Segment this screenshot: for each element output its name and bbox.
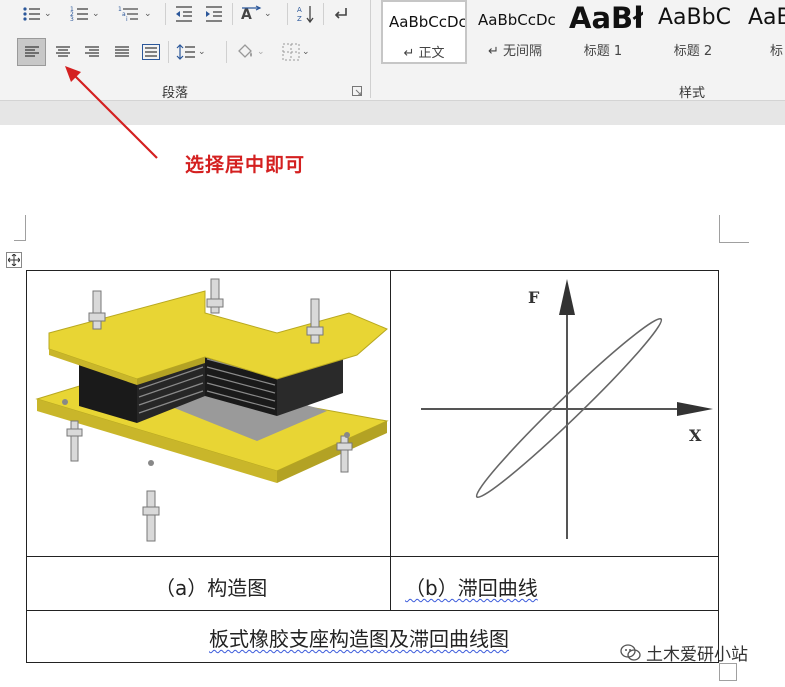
table-cell[interactable]: （b）滞回曲线	[391, 557, 718, 611]
show-formatting-marks-button[interactable]	[332, 3, 350, 25]
table-title: 板式橡胶支座构造图及滞回曲线图	[209, 627, 509, 651]
watermark: 土木爱研小站	[620, 640, 748, 665]
align-right-button[interactable]	[81, 41, 103, 63]
paint-bucket-icon	[238, 44, 252, 58]
separator	[287, 3, 288, 25]
table-cell[interactable]: F X	[391, 271, 718, 557]
style-heading-2[interactable]: AaBbC 标题 2	[652, 0, 734, 64]
annotation-arrow	[65, 66, 158, 159]
style-name: 标题 1	[583, 44, 623, 59]
hysteresis-curve-figure: F X	[421, 279, 713, 539]
style-preview: AaBbCcDc	[389, 13, 467, 31]
chinese-layout-icon: A	[241, 5, 262, 23]
borders-button[interactable]: ⌄	[282, 41, 310, 63]
increase-indent-button[interactable]	[204, 3, 224, 25]
chevron-down-icon: ⌄	[92, 9, 100, 19]
bearing-structure-image	[35, 278, 389, 542]
style-normal[interactable]: AaBbCcDc ↵ 正文	[381, 0, 467, 64]
style-name: ↵ 无间隔	[487, 44, 543, 59]
decrease-indent-button[interactable]	[174, 3, 194, 25]
shading-button[interactable]: ⌄	[235, 41, 265, 63]
sort-icon: AZ	[297, 6, 314, 24]
style-preview: AaBł	[569, 1, 643, 35]
table-cell[interactable]	[27, 271, 391, 557]
watermark-text: 土木爱研小站	[646, 645, 748, 665]
separator	[323, 3, 324, 25]
line-spacing-button[interactable]: ⌄	[176, 41, 206, 63]
caption-b: （b）滞回曲线	[405, 576, 538, 600]
chevron-down-icon: ⌄	[198, 47, 206, 57]
x-axis-arrow	[677, 402, 713, 416]
style-no-spacing[interactable]: AaBbCcDc ↵ 无间隔	[472, 0, 558, 64]
increase-indent-icon	[206, 6, 222, 22]
return-arrow-icon	[334, 8, 347, 19]
paragraph-group-label: 段落	[162, 86, 189, 101]
f-axis-label: F	[528, 288, 540, 307]
bullets-button[interactable]: ⌄	[22, 3, 52, 25]
caption-a: （a）构造图	[155, 576, 268, 600]
sort-button[interactable]: AZ	[296, 3, 316, 25]
page-corner-mark	[719, 663, 737, 681]
numbering-button[interactable]: 123 ⌄	[70, 3, 100, 25]
chinese-layout-button[interactable]: A ⌄	[240, 3, 272, 25]
style-preview: AaBbC	[658, 5, 731, 30]
move-icon	[8, 254, 20, 266]
justify-icon	[115, 46, 129, 57]
chevron-down-icon: ⌄	[302, 47, 310, 57]
separator	[232, 3, 233, 25]
style-name: 标	[770, 44, 784, 59]
styles-group-label: 样式	[679, 86, 706, 101]
multilevel-list-icon: 1ai	[118, 6, 138, 23]
page-corner-mark	[14, 215, 26, 241]
x-axis-label: X	[689, 426, 702, 445]
justify-button[interactable]	[111, 41, 133, 63]
annotation-text: 选择居中即可	[185, 154, 306, 176]
table-move-handle[interactable]	[6, 252, 22, 268]
style-preview: AaBbCcDc	[478, 11, 556, 29]
separator	[226, 41, 227, 63]
table-cell[interactable]: 板式橡胶支座构造图及滞回曲线图	[27, 611, 718, 662]
style-name: ↵ 正文	[403, 46, 445, 61]
style-name: 标题 2	[673, 44, 713, 59]
decrease-indent-icon	[176, 6, 192, 22]
svg-text:i: i	[126, 16, 128, 23]
group-separator	[370, 0, 371, 98]
document-table: F X （a）构造图 （b）滞回曲线 板式橡胶支座构造图及滞回曲线图	[26, 270, 719, 663]
wechat-icon	[620, 643, 641, 661]
multilevel-list-button[interactable]: 1ai ⌄	[118, 3, 152, 25]
style-heading-1[interactable]: AaBł 标题 1	[563, 0, 643, 64]
svg-text:A: A	[297, 6, 302, 14]
align-left-button[interactable]	[17, 38, 46, 66]
align-center-button[interactable]	[52, 41, 74, 63]
svg-text:3: 3	[70, 16, 74, 23]
numbering-icon: 123	[70, 6, 88, 23]
separator	[168, 41, 169, 63]
bullets-icon	[23, 7, 40, 21]
separator	[165, 3, 166, 25]
page-corner-mark	[719, 215, 749, 243]
chevron-down-icon: ⌄	[144, 9, 152, 19]
borders-icon	[282, 43, 300, 61]
distributed-icon	[142, 44, 160, 60]
chevron-down-icon: ⌄	[257, 47, 265, 57]
chevron-down-icon: ⌄	[264, 9, 272, 19]
line-spacing-icon	[176, 44, 195, 60]
align-center-icon	[56, 46, 70, 57]
style-title[interactable]: AaB 标	[744, 0, 785, 64]
dialog-launcher-icon[interactable]	[352, 86, 362, 96]
svg-text:Z: Z	[297, 15, 302, 23]
table-cell[interactable]: （a）构造图	[27, 557, 391, 611]
y-axis-arrow	[559, 279, 575, 315]
svg-text:A: A	[241, 7, 252, 23]
style-preview: AaB	[748, 5, 785, 30]
align-right-icon	[85, 46, 99, 57]
align-left-icon	[24, 46, 39, 57]
chevron-down-icon: ⌄	[44, 9, 52, 19]
distributed-button[interactable]	[140, 41, 162, 63]
